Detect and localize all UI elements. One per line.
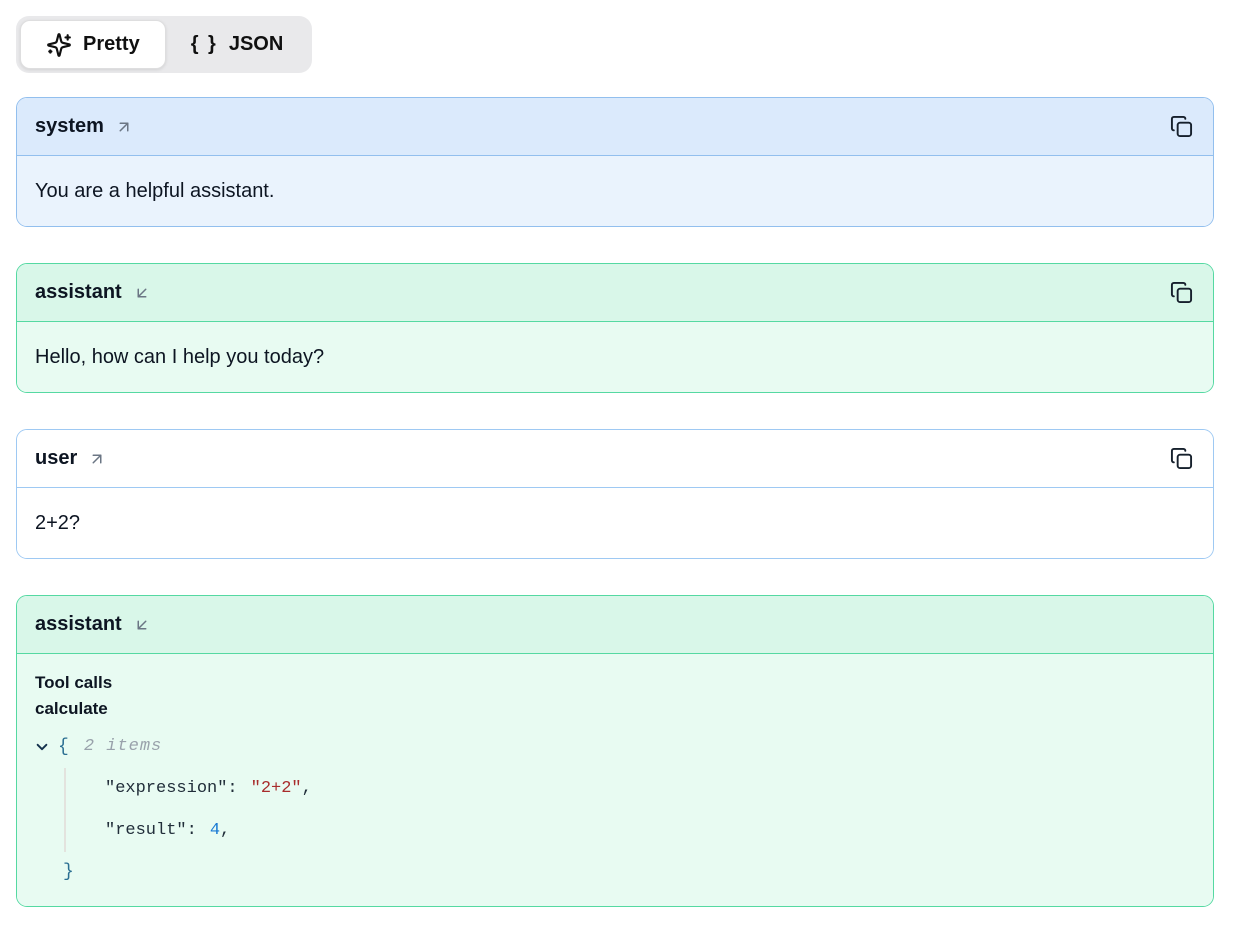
message-card-assistant: assistant Hello, how can I help you toda…: [16, 263, 1214, 393]
message-body: Hello, how can I help you today?: [17, 322, 1213, 392]
json-children: "expression": "2+2", "result":4,: [64, 768, 1195, 852]
arrow-up-right-icon: [88, 450, 106, 468]
colon: :: [187, 818, 197, 844]
json-value-number: 4: [210, 818, 220, 844]
message-body: Tool calls calculate { 2 items "expressi…: [17, 654, 1213, 906]
items-count: 2 items: [84, 734, 162, 760]
tab-json-label: JSON: [229, 33, 283, 56]
message-content: You are a helpful assistant.: [35, 178, 1195, 204]
message-content: Hello, how can I help you today?: [35, 344, 1195, 370]
json-entry-result: "result":4,: [105, 810, 1195, 852]
message-content: 2+2?: [35, 510, 1195, 536]
tab-pretty[interactable]: Pretty: [20, 20, 166, 69]
role-label: assistant: [35, 613, 122, 636]
copy-button[interactable]: [1165, 443, 1197, 475]
message-header: user: [17, 430, 1213, 488]
arrow-down-left-icon: [133, 284, 151, 302]
tool-name: calculate: [35, 696, 1195, 722]
json-value-string: "2+2": [251, 776, 302, 802]
json-key: "expression": [105, 776, 227, 802]
sparkles-icon: [46, 32, 72, 58]
message-card-system: system You are a helpful assistant.: [16, 97, 1214, 227]
message-header: assistant: [17, 264, 1213, 322]
tool-calls-heading: Tool calls: [35, 670, 1195, 696]
copy-button[interactable]: [1165, 111, 1197, 143]
colon: :: [227, 776, 237, 802]
braces-icon: { }: [191, 33, 218, 56]
comma: ,: [220, 818, 230, 844]
message-body: You are a helpful assistant.: [17, 156, 1213, 226]
role-label: user: [35, 447, 77, 470]
json-close-row: }: [63, 852, 1195, 892]
message-card-assistant-toolcall: assistant Tool calls calculate { 2: [16, 595, 1214, 907]
arrow-up-right-icon: [115, 118, 133, 136]
comma: ,: [302, 776, 312, 802]
open-brace: {: [58, 734, 69, 760]
message-header: system: [17, 98, 1213, 156]
json-key: "result": [105, 818, 187, 844]
view-toggle: Pretty { } JSON: [16, 16, 312, 73]
json-root-row: { 2 items: [35, 726, 1195, 768]
role-label: assistant: [35, 281, 122, 304]
message-body: 2+2?: [17, 488, 1213, 558]
tab-pretty-label: Pretty: [83, 33, 140, 56]
prompt-viewer-page: Pretty { } JSON system You are a helpfu: [0, 0, 1234, 923]
close-brace: }: [63, 859, 74, 885]
tool-args-json-tree: { 2 items "expression": "2+2", "result":4…: [35, 726, 1195, 892]
arrow-down-left-icon: [133, 616, 151, 634]
tab-json[interactable]: { } JSON: [166, 20, 309, 69]
message-card-user: user 2+2?: [16, 429, 1214, 559]
message-header: assistant: [17, 596, 1213, 654]
json-entry-expression: "expression": "2+2",: [105, 768, 1195, 810]
copy-button[interactable]: [1165, 277, 1197, 309]
chevron-down-icon[interactable]: [35, 740, 49, 754]
role-label: system: [35, 115, 104, 138]
